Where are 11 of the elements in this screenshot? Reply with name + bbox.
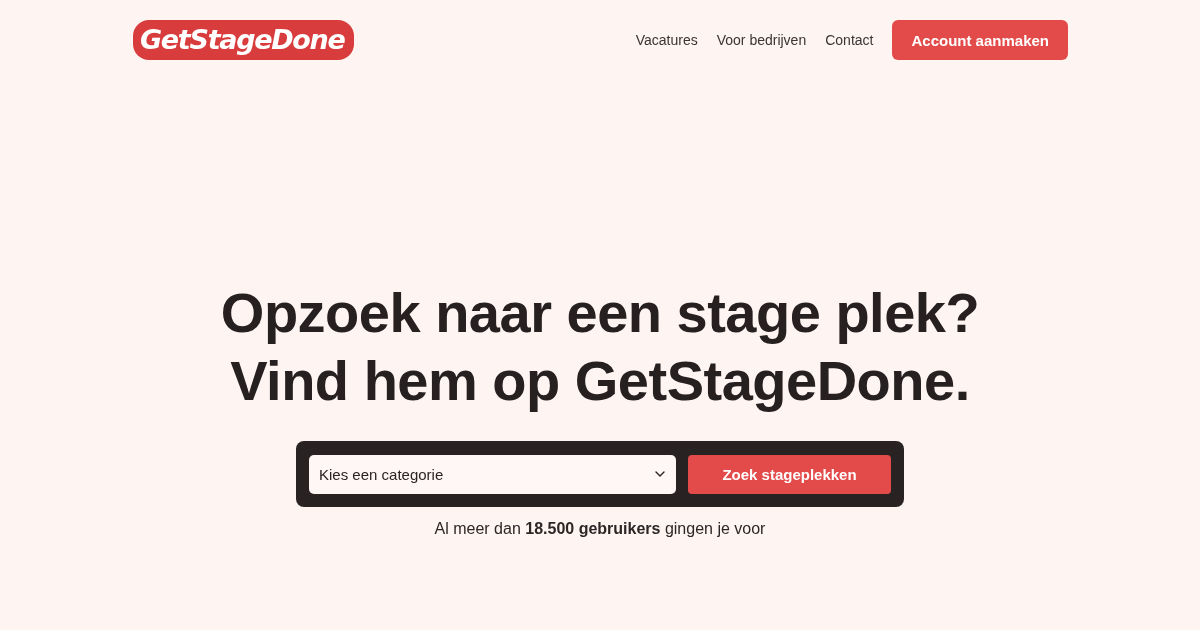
nav-link[interactable]: Contact bbox=[825, 32, 874, 48]
logo[interactable]: GetStageDone bbox=[133, 20, 354, 60]
nav-link[interactable]: Voor bedrijven bbox=[716, 32, 807, 48]
hero-heading: Vind hem op GetStageDone. bbox=[230, 348, 970, 414]
chevron-down-icon bbox=[655, 471, 665, 477]
hero-heading: Opzoek naar een stage plek? bbox=[220, 280, 980, 346]
create-account-button[interactable]: Account aanmaken bbox=[892, 20, 1068, 60]
user-count-text: Al meer dan 18.500 gebruikers gingen je voor bbox=[434, 520, 766, 538]
category-select[interactable]: Kies een categorie bbox=[309, 454, 676, 494]
search-button[interactable]: Zoek stageplekken bbox=[688, 454, 891, 494]
nav-link[interactable]: Vacatures bbox=[635, 32, 698, 48]
